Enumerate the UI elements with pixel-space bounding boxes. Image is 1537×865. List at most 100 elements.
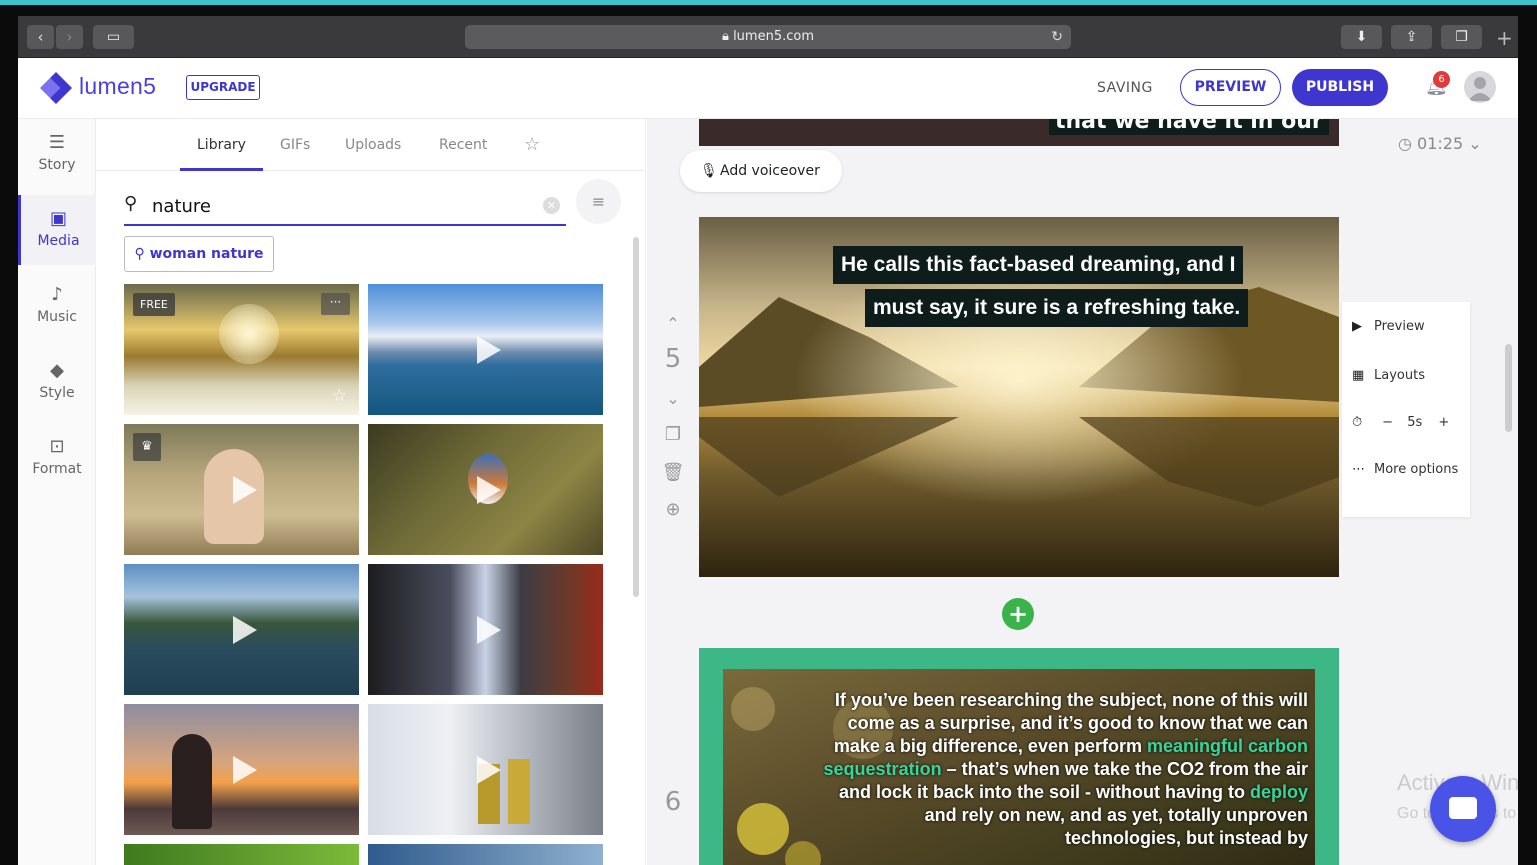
media-thumbnail[interactable] [368, 704, 603, 835]
back-icon: ‹ [37, 28, 44, 46]
filter-button[interactable]: ≡ [576, 179, 621, 224]
duplicate-icon[interactable]: ❐ [647, 424, 699, 445]
search-suggestion-chip[interactable]: ⚲ woman nature [124, 236, 274, 272]
app-header: lumen5 UPGRADE SAVING PREVIEW PUBLISH 🔔︎… [18, 58, 1518, 119]
scene-caption-line-1[interactable]: He calls this fact-based dreaming, and I [833, 246, 1244, 284]
media-search[interactable]: ⚲ nature ✕ [124, 187, 566, 226]
chat-icon [1449, 797, 1477, 819]
move-down-icon[interactable]: ⌄ [647, 389, 699, 408]
scene-layouts-label: Layouts [1374, 368, 1425, 383]
nav-style[interactable]: ◆ Style [18, 347, 96, 417]
previous-scene-preview[interactable]: that we have it in our [699, 119, 1339, 146]
clock-icon: ◷ [1398, 134, 1418, 153]
scene-6-caption[interactable]: If you’ve been researching the subject, … [823, 689, 1308, 850]
tab-uploads[interactable]: Uploads [345, 137, 401, 153]
downloads-button[interactable]: ⬇︎ [1341, 25, 1382, 49]
media-thumbnail[interactable] [368, 424, 603, 555]
media-thumbnail[interactable] [368, 284, 603, 415]
new-tab-icon[interactable]: + [1496, 28, 1513, 48]
caption-highlight: deploy [1249, 782, 1308, 802]
sidebar-toggle-button[interactable]: ▭ [93, 25, 134, 49]
nav-media[interactable]: ▣ Media [18, 195, 96, 265]
media-thumbnail[interactable] [124, 564, 359, 695]
scene-duration-stepper: ⏱︎ − 5s + [1352, 415, 1449, 430]
panel-scrollbar[interactable] [633, 237, 639, 597]
nav-music[interactable]: ♪ Music [18, 271, 96, 341]
media-thumbnail[interactable]: ♛ [124, 424, 359, 555]
nav-format[interactable]: ⊡ Format [18, 423, 96, 493]
share-icon: ⇪ [1405, 29, 1418, 45]
scene-duration-value: 5s [1407, 415, 1423, 430]
tab-library[interactable]: Library [197, 137, 246, 153]
scene-layouts-button[interactable]: ▦ Layouts [1352, 368, 1425, 383]
add-voiceover-button[interactable]: 🎙︎ Add voiceover [680, 150, 842, 192]
search-icon: ⚲ [134, 246, 145, 262]
reload-icon[interactable]: ↻ [1051, 25, 1063, 49]
music-note-icon: ♪ [51, 284, 63, 305]
tabs-overview-button[interactable]: ❐ [1441, 25, 1482, 49]
filter-icon: ≡ [591, 192, 606, 211]
media-thumbnail[interactable] [368, 844, 603, 865]
nav-label: Story [38, 157, 76, 173]
duration-plus-button[interactable]: + [1438, 415, 1449, 430]
lumen5-app: lumen5 UPGRADE SAVING PREVIEW PUBLISH 🔔︎… [18, 58, 1518, 865]
preview-button[interactable]: PREVIEW [1180, 69, 1281, 106]
url-text: lumen5.com [733, 29, 814, 44]
upgrade-button[interactable]: UPGRADE [186, 75, 260, 100]
clear-search-icon[interactable]: ✕ [543, 197, 560, 214]
media-grid: FREE ··· ☆ ♛ [124, 284, 606, 865]
nav-story[interactable]: ☰ Story [18, 119, 96, 189]
tabs-icon: ❐ [1455, 29, 1468, 45]
sidebar-icon: ▭ [106, 29, 121, 45]
tab-gifs[interactable]: GIFs [280, 137, 310, 153]
scene-6-slide[interactable]: If you’ve been researching the subject, … [699, 648, 1339, 865]
avatar[interactable] [1464, 71, 1496, 103]
duration-minus-button[interactable]: − [1382, 415, 1393, 430]
canvas-scrollbar[interactable] [1505, 344, 1512, 432]
scene-preview-label: Preview [1374, 319, 1425, 334]
scene-preview-button[interactable]: ▶ Preview [1352, 319, 1425, 334]
play-icon [476, 755, 501, 784]
window-top-accent [0, 0, 1537, 5]
move-up-icon[interactable]: ⌃ [647, 314, 699, 333]
story-icon: ☰ [48, 132, 66, 153]
media-thumbnail[interactable] [368, 564, 603, 695]
suggestion-label: woman nature [149, 246, 264, 262]
media-thumbnail[interactable] [124, 704, 359, 835]
publish-button[interactable]: PUBLISH [1292, 69, 1388, 106]
chat-support-button[interactable] [1430, 776, 1496, 842]
more-options-button[interactable]: ⋯ More options [1352, 462, 1458, 477]
more-dots-icon: ⋯ [1352, 462, 1365, 477]
more-options-icon[interactable]: ··· [321, 293, 350, 315]
nav-label: Media [37, 233, 80, 249]
insert-scene-icon[interactable]: ⊕ [647, 499, 699, 520]
free-badge: FREE [133, 293, 175, 316]
save-status: SAVING [1097, 80, 1153, 96]
add-scene-button[interactable]: + [1002, 598, 1034, 630]
style-icon: ◆ [50, 360, 64, 381]
play-icon [476, 615, 501, 644]
favorite-star-icon[interactable]: ☆ [332, 386, 347, 406]
media-panel: Library GIFs Uploads Recent ☆ ⚲ nature ✕… [96, 119, 646, 865]
scene-caption-line-2[interactable]: must say, it sure is a refreshing take. [865, 289, 1249, 327]
delete-icon[interactable]: 🗑︎ [647, 462, 699, 483]
brand-name: lumen5 [79, 73, 157, 99]
duration-value: 01:25 [1417, 134, 1464, 153]
media-thumbnail[interactable] [124, 844, 359, 865]
browser-toolbar: ‹ › ▭ 🔒︎ lumen5.com ↻ ⬇︎ ⇪ ❐ + [18, 16, 1518, 58]
share-button[interactable]: ⇪ [1391, 25, 1432, 49]
search-input[interactable]: nature [152, 196, 211, 217]
voiceover-label: Add voiceover [720, 163, 820, 179]
tab-recent[interactable]: Recent [439, 137, 487, 153]
video-duration[interactable]: ◷ 01:25 ⌄ [1398, 134, 1482, 153]
premium-crown-icon: ♛ [133, 433, 161, 461]
address-bar[interactable]: 🔒︎ lumen5.com ↻ [465, 25, 1071, 49]
nav-label: Music [37, 309, 77, 325]
scene-5-slide[interactable]: He calls this fact-based dreaming, and I… [699, 217, 1339, 577]
play-icon [476, 335, 501, 364]
play-icon: ▶ [1352, 319, 1362, 334]
browser-back-button[interactable]: ‹ [27, 25, 54, 49]
browser-forward-button[interactable]: › [56, 25, 83, 49]
favorites-star-icon[interactable]: ☆ [524, 134, 540, 155]
media-thumbnail[interactable]: FREE ··· ☆ [124, 284, 359, 415]
